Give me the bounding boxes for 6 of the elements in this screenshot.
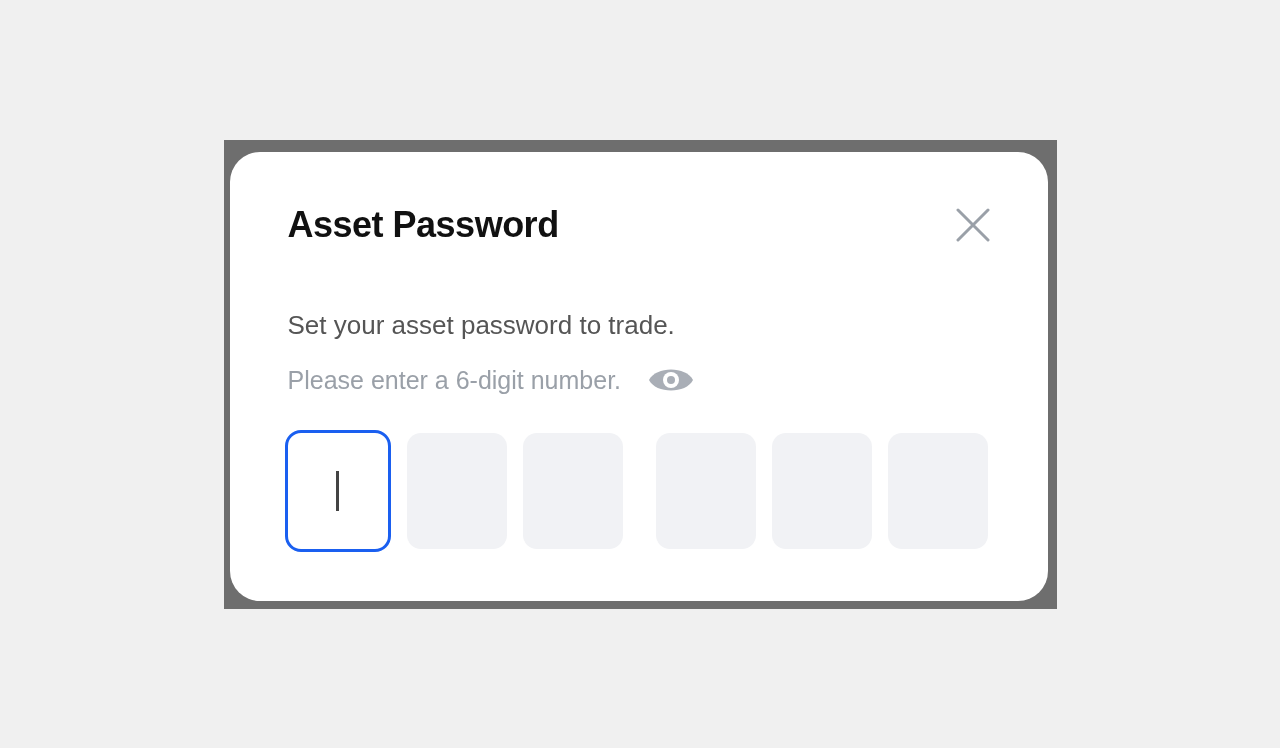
text-caret <box>336 471 339 511</box>
dialog-title: Asset Password <box>287 204 559 246</box>
hint-text: Please enter a 6-digit number. <box>287 365 622 395</box>
description-text: Set your asset password to trade. <box>287 310 676 341</box>
close-button[interactable] <box>955 208 990 242</box>
digit-field[interactable] <box>284 430 391 552</box>
